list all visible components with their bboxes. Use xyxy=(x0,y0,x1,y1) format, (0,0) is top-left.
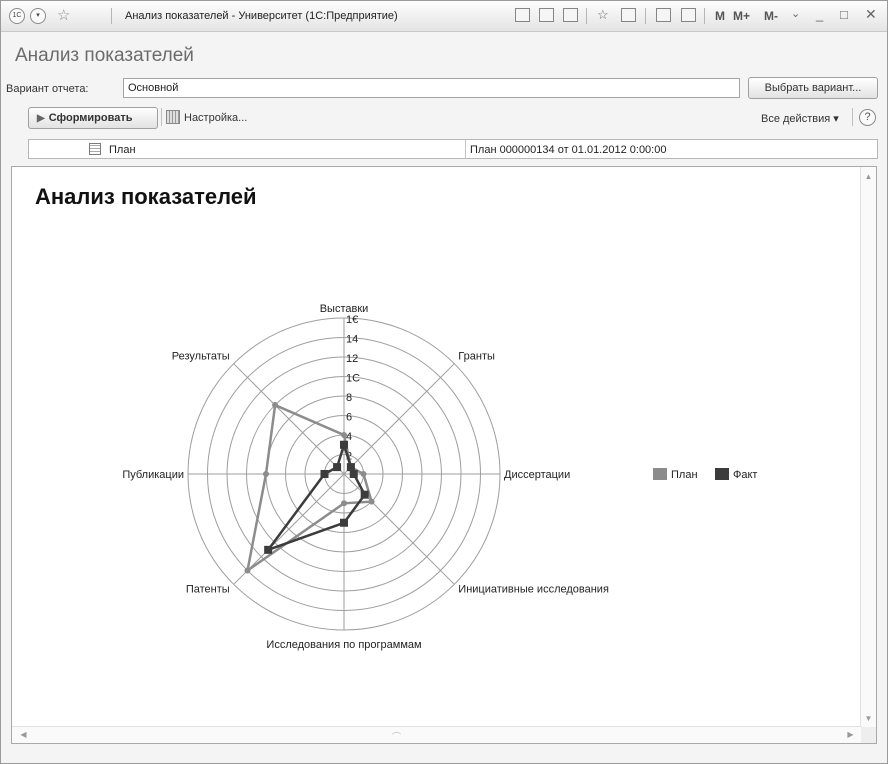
tick-label: 12 xyxy=(346,353,358,365)
data-point-fact xyxy=(340,440,348,449)
generate-button-label: Сформировать xyxy=(48,112,133,124)
logo-icon[interactable]: 1С xyxy=(9,8,25,24)
data-point-plan xyxy=(360,471,367,477)
data-point-fact xyxy=(333,463,342,472)
report-area[interactable]: Анализ показателей 2 4 6 8 1С 12 14 1€ Выставки Г… xyxy=(11,166,877,744)
category-label: Диссертации xyxy=(504,469,570,481)
data-point-plan xyxy=(341,500,347,507)
grid-spoke xyxy=(343,363,455,475)
data-point-fact xyxy=(264,545,273,554)
parameter-value[interactable]: План 000000134 от 01.01.2012 0:00:00 xyxy=(470,144,666,156)
category-label: Выставки xyxy=(320,303,369,315)
generate-button[interactable]: ▶ Сформировать xyxy=(28,107,158,129)
parameter-name: План xyxy=(109,144,136,156)
print-icon[interactable] xyxy=(539,8,554,22)
select-variant-button[interactable]: Выбрать вариант... xyxy=(748,77,878,99)
divider xyxy=(586,8,587,24)
memory-button-m-plus[interactable]: M+ xyxy=(733,9,750,23)
variant-label: Вариант отчета: xyxy=(6,83,89,95)
all-actions-menu[interactable]: Все действия ▾ xyxy=(761,112,839,125)
app-window: 1С ▾ ☆ Анализ показателей - Университет … xyxy=(0,0,888,764)
scroll-left-icon[interactable]: ◀ xyxy=(16,730,31,739)
data-point-plan xyxy=(341,432,347,438)
category-label: Результаты xyxy=(172,351,230,363)
menu-dropdown-icon[interactable]: ▾ xyxy=(30,8,46,24)
form-title: Анализ показателей xyxy=(15,45,194,66)
save-icon[interactable] xyxy=(515,8,530,22)
scroll-down-icon[interactable]: ▼ xyxy=(861,714,876,723)
category-label: Патенты xyxy=(186,583,230,595)
settings-icon[interactable] xyxy=(166,110,180,124)
data-point-plan xyxy=(244,567,251,574)
tick-label: 8 xyxy=(346,392,352,404)
data-point-plan xyxy=(272,402,279,409)
series-line-plan xyxy=(245,403,374,574)
category-label: Публикации xyxy=(122,469,184,481)
data-point-fact xyxy=(349,470,358,478)
maximize-icon[interactable]: □ xyxy=(840,7,848,22)
tick-label: 1€ xyxy=(346,314,358,326)
category-label: Гранты xyxy=(458,351,495,363)
scroll-corner xyxy=(861,727,876,743)
divider xyxy=(852,108,853,126)
tick-label: 14 xyxy=(346,334,358,346)
calendar-icon xyxy=(89,143,101,155)
calculator-icon[interactable] xyxy=(656,8,671,22)
add-favorite-icon[interactable]: ☆ xyxy=(597,7,609,23)
legend-label: Факт xyxy=(733,469,757,481)
data-point-fact xyxy=(320,470,329,478)
memory-button-m[interactable]: M xyxy=(715,9,725,23)
minimize-icon[interactable]: _ xyxy=(816,7,823,22)
title-bar: 1С ▾ ☆ Анализ показателей - Университет … xyxy=(1,1,887,32)
tick-label: 1С xyxy=(346,373,360,385)
chevron-down-icon[interactable]: ⌄ xyxy=(791,7,800,20)
legend-swatch-fact xyxy=(715,468,729,480)
report-parameters-row[interactable]: План План 000000134 от 01.01.2012 0:00:0… xyxy=(28,139,878,159)
legend-swatch-plan xyxy=(653,468,667,480)
favorites-icon[interactable] xyxy=(621,8,636,22)
grid-spoke xyxy=(343,473,455,585)
variant-input[interactable]: Основной xyxy=(123,78,740,98)
favorite-star-icon[interactable]: ☆ xyxy=(57,6,70,24)
play-icon: ▶ xyxy=(37,113,45,124)
data-point-plan xyxy=(263,471,269,477)
category-label: Инициативные исследования xyxy=(458,583,609,595)
divider xyxy=(465,140,466,158)
scroll-right-icon[interactable]: ▶ xyxy=(843,730,858,739)
data-point-fact xyxy=(340,518,348,527)
divider xyxy=(704,8,705,24)
divider xyxy=(161,108,162,126)
window-title: Анализ показателей - Университет (1С:Пре… xyxy=(125,10,398,22)
chevron-down-icon: ▾ xyxy=(833,113,839,125)
vertical-scrollbar[interactable]: ▲ ▼ xyxy=(860,167,876,727)
calendar-icon[interactable] xyxy=(681,8,696,22)
divider xyxy=(645,8,646,24)
scroll-up-icon[interactable]: ▲ xyxy=(861,172,876,181)
all-actions-label: Все действия xyxy=(761,113,831,125)
legend-label: План xyxy=(671,469,698,481)
settings-button[interactable]: Настройка... xyxy=(184,112,247,124)
divider xyxy=(111,8,112,24)
scroll-thumb[interactable]: ⌒ xyxy=(392,730,401,743)
horizontal-scrollbar[interactable]: ◀ ⌒ ▶ xyxy=(12,726,862,743)
tick-label: 6 xyxy=(346,412,352,424)
help-icon[interactable]: ? xyxy=(859,109,876,126)
radar-chart: 24681С12141€ВыставкиГрантыДиссертацииИни… xyxy=(122,303,757,651)
data-point-fact xyxy=(346,463,355,472)
category-label: Исследования по программам xyxy=(266,639,421,651)
preview-icon[interactable] xyxy=(563,8,578,22)
grid-spoke xyxy=(233,363,345,475)
close-icon[interactable]: ✕ xyxy=(865,6,877,23)
data-point-fact xyxy=(360,490,369,499)
data-point-plan xyxy=(368,498,375,505)
memory-button-m-minus[interactable]: M- xyxy=(764,9,778,23)
